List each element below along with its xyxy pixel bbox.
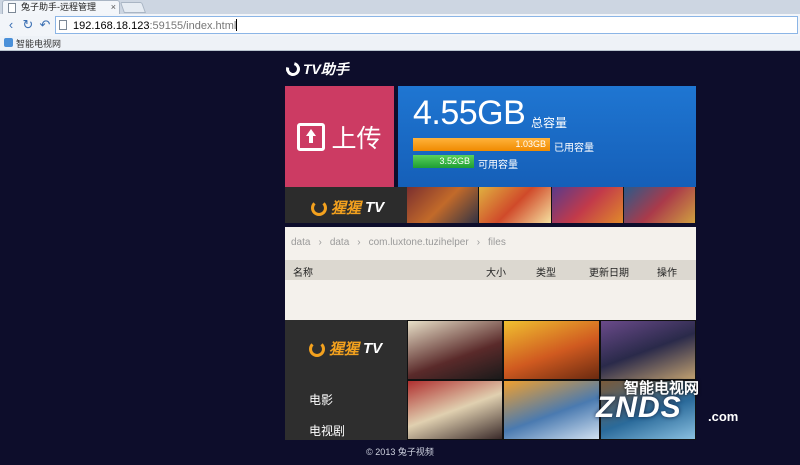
chevron-right-icon: › xyxy=(476,236,481,248)
upload-icon xyxy=(297,122,326,151)
new-tab-button[interactable] xyxy=(119,2,147,13)
movie-poster[interactable] xyxy=(503,320,600,380)
app-logo: TV助手 xyxy=(283,59,349,79)
breadcrumb-item[interactable]: data xyxy=(291,237,310,248)
url-path: :59155/index.html xyxy=(149,20,237,32)
used-capacity-label: 已用容量 xyxy=(554,143,594,154)
movie-poster[interactable] xyxy=(503,380,600,440)
wowtv-logo: 猩猩 TV xyxy=(311,197,384,218)
thumbnail[interactable] xyxy=(551,187,624,223)
znds-watermark-logo: 智能电视网 ZNDS .com xyxy=(588,377,758,435)
menu-item-movies[interactable]: 电影 xyxy=(309,391,333,408)
thumbnail[interactable] xyxy=(479,187,552,223)
promo-menu: 猩猩 TV 电影 电视剧 xyxy=(285,320,407,440)
wowtv-logo-suffix: TV xyxy=(365,199,385,216)
bookmark-icon xyxy=(4,38,13,47)
address-bar[interactable]: 192.168.18.123:59155/index.html xyxy=(55,16,798,34)
column-action: 操作 xyxy=(657,268,677,279)
column-size[interactable]: 大小 xyxy=(486,264,506,279)
column-name[interactable]: 名称 xyxy=(293,264,313,279)
text-caret xyxy=(236,19,238,31)
thumbnail[interactable] xyxy=(623,187,696,223)
nav-bar: ‹ ↻ ↶ 192.168.18.123:59155/index.html xyxy=(0,14,800,36)
column-type[interactable]: 类型 xyxy=(536,264,556,279)
breadcrumb-item[interactable]: files xyxy=(488,237,506,248)
available-capacity-bar: 3.52GB xyxy=(413,155,474,168)
breadcrumb-item[interactable]: data xyxy=(330,237,349,248)
url-text[interactable]: 192.168.18.123:59155/index.html xyxy=(73,19,238,32)
browser-tab[interactable]: 兔子助手-远程管理 × xyxy=(2,0,120,14)
bookmarks-bar: 智能电视网 xyxy=(0,36,800,50)
chevron-right-icon: › xyxy=(357,236,361,248)
storage-panel: 4.55GB 总容量 1.03GB 已用容量 3.52GB 可用容量 xyxy=(398,86,696,187)
file-browser: data › data › com.luxtone.tuzihelper › f… xyxy=(285,227,696,320)
watermark-suffix: .com xyxy=(708,409,739,424)
logo-swirl-icon xyxy=(283,59,303,79)
menu-item-tv-series[interactable]: 电视剧 xyxy=(309,422,345,439)
used-capacity-bar: 1.03GB xyxy=(413,138,550,151)
tab-bar: 兔子助手-远程管理 × xyxy=(0,0,800,14)
page-icon xyxy=(8,3,16,13)
footer-copyright: © 2013 兔子视频 xyxy=(366,447,434,457)
available-capacity-label: 可用容量 xyxy=(478,160,518,171)
file-table-header: 名称 大小 类型 更新日期 操作 xyxy=(285,260,696,280)
bookmark-link[interactable]: 智能电视网 xyxy=(16,37,61,50)
total-capacity: 4.55GB xyxy=(413,94,526,132)
movie-poster[interactable] xyxy=(599,320,696,380)
upload-button[interactable]: 上传 xyxy=(285,86,394,187)
column-date[interactable]: 更新日期 xyxy=(589,264,629,279)
smile-logo-icon xyxy=(309,340,325,357)
promo-banner[interactable]: 猩猩 TV xyxy=(285,187,696,223)
watermark-main-text: ZNDS xyxy=(596,391,682,424)
tab-title: 兔子助手-远程管理 xyxy=(21,2,96,12)
total-capacity-label: 总容量 xyxy=(531,116,568,130)
thumbnail[interactable] xyxy=(407,187,480,223)
movie-poster[interactable] xyxy=(407,380,504,440)
refresh-icon[interactable]: ↻ xyxy=(20,17,36,33)
back-arrow-icon[interactable]: ‹ xyxy=(3,17,19,33)
upload-label: 上传 xyxy=(331,123,382,153)
close-tab-icon[interactable]: × xyxy=(111,1,116,14)
browser-chrome: 兔子助手-远程管理 × ‹ ↻ ↶ 192.168.18.123:59155/i… xyxy=(0,0,800,51)
chevron-right-icon: › xyxy=(318,236,322,248)
page-icon xyxy=(59,20,67,30)
promo-thumbnails xyxy=(407,187,696,223)
wowtv-logo-prefix: 猩猩 xyxy=(331,200,362,217)
file-list xyxy=(285,280,696,320)
app-logo-text: TV助手 xyxy=(303,61,349,77)
wowtv-logo-prefix: 猩猩 xyxy=(329,341,360,358)
url-host: 192.168.18.123 xyxy=(73,20,150,32)
movie-poster[interactable] xyxy=(407,320,504,380)
undo-icon[interactable]: ↶ xyxy=(37,17,53,33)
smile-logo-icon xyxy=(311,199,327,216)
wowtv-logo-suffix: TV xyxy=(363,340,383,357)
wowtv-logo: 猩猩 TV xyxy=(309,338,382,359)
breadcrumb-item[interactable]: com.luxtone.tuzihelper xyxy=(369,237,469,248)
breadcrumb: data › data › com.luxtone.tuzihelper › f… xyxy=(285,231,696,253)
